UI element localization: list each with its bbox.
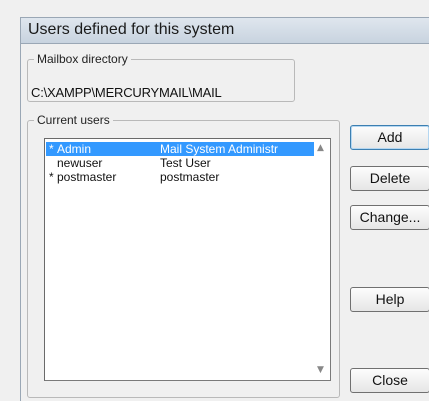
list-item-mark: * bbox=[49, 142, 54, 156]
list-item-name: postmaster bbox=[57, 170, 117, 184]
users-listbox[interactable]: * Admin Mail System Administr newuser Te… bbox=[44, 138, 331, 381]
scroll-down-arrow-icon[interactable]: ▼ bbox=[317, 365, 324, 375]
help-button[interactable]: Help bbox=[350, 287, 429, 312]
dialog-title-bar[interactable]: Users defined for this system bbox=[20, 17, 429, 44]
list-item-description: postmaster bbox=[160, 170, 220, 184]
current-users-label: Current users bbox=[37, 113, 110, 127]
list-item-name: newuser bbox=[57, 156, 103, 170]
list-item-description: Test User bbox=[160, 156, 211, 170]
list-item-description: Mail System Administr bbox=[160, 142, 279, 156]
users-list-rows: * Admin Mail System Administr newuser Te… bbox=[46, 142, 316, 184]
list-item[interactable]: newuser Test User bbox=[46, 156, 316, 170]
mailbox-directory-group: Mailbox directory C:\XAMPP\MERCURYMAIL\M… bbox=[27, 52, 295, 102]
change-button[interactable]: Change... bbox=[350, 205, 429, 230]
list-item-mark: * bbox=[49, 170, 54, 184]
users-dialog: Users defined for this system Mailbox di… bbox=[0, 0, 429, 401]
scroll-up-arrow-icon[interactable]: ▲ bbox=[317, 143, 324, 153]
dialog-frame-edge bbox=[20, 44, 21, 401]
list-item[interactable]: * postmaster postmaster bbox=[46, 170, 316, 184]
close-button[interactable]: Close bbox=[350, 368, 429, 393]
list-item-name: Admin bbox=[57, 142, 92, 156]
add-button[interactable]: Add bbox=[350, 125, 429, 150]
delete-button[interactable]: Delete bbox=[350, 166, 429, 191]
list-scrollbar[interactable]: ▲ ▼ bbox=[314, 140, 329, 379]
mailbox-directory-path: C:\XAMPP\MERCURYMAIL\MAIL bbox=[31, 85, 222, 100]
mailbox-directory-label: Mailbox directory bbox=[37, 52, 128, 66]
dialog-title: Users defined for this system bbox=[28, 21, 235, 38]
list-item[interactable]: * Admin Mail System Administr bbox=[46, 142, 316, 156]
